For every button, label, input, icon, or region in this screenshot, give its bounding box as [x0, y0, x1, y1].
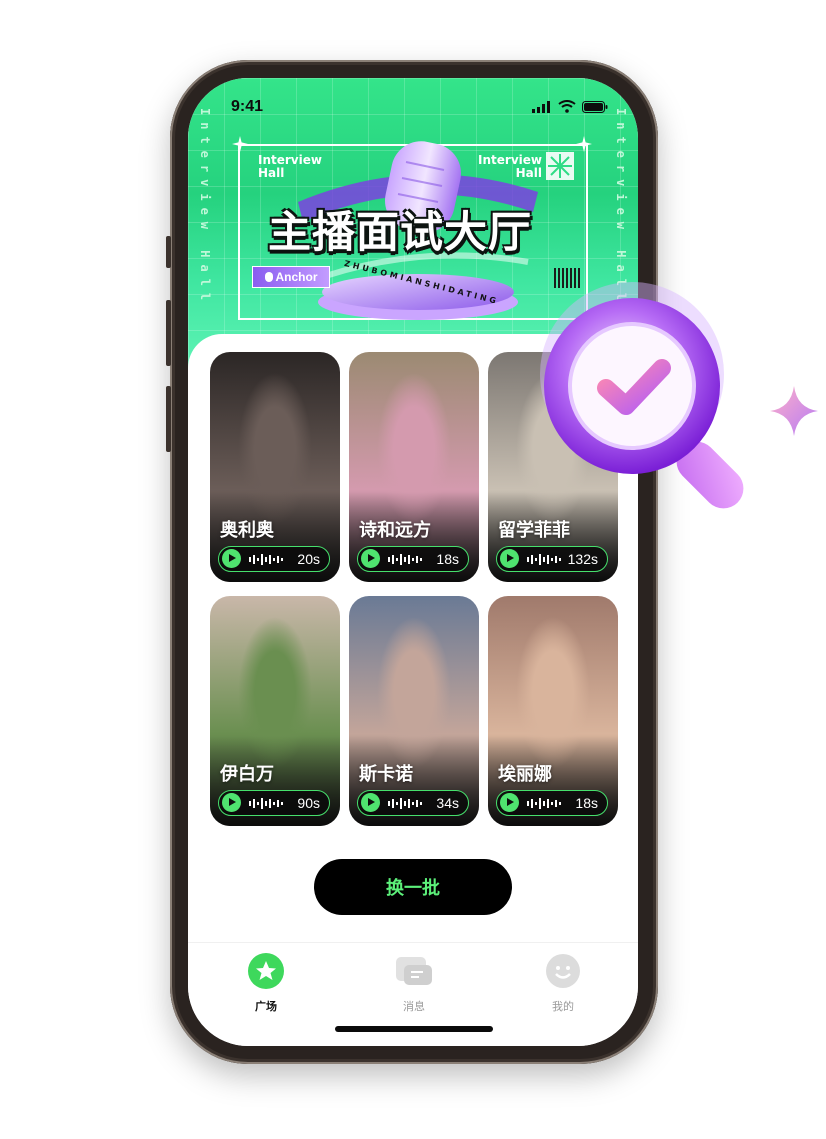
banner-title: 主播面试大厅: [268, 208, 532, 258]
tab-mine[interactable]: 我的: [528, 953, 598, 1014]
anchor-card[interactable]: 诗和远方 18s: [349, 352, 479, 582]
voice-duration: 90s: [297, 795, 320, 811]
anchor-name: 斯卡诺: [359, 764, 413, 784]
waveform-icon: [249, 554, 283, 565]
star-icon: [248, 953, 284, 989]
waveform-icon: [388, 798, 422, 809]
anchor-name: 奥利奥: [220, 520, 274, 540]
voice-duration: 18s: [575, 795, 598, 811]
magnifier-check-icon: [540, 282, 744, 509]
tab-label: 消息: [403, 1001, 425, 1013]
phone-side-button: [166, 386, 171, 452]
battery-icon: [582, 100, 608, 113]
signal-icon: [532, 100, 550, 113]
anchor-name: 诗和远方: [359, 520, 431, 540]
refresh-button[interactable]: 换一批: [314, 859, 512, 915]
banner-side-text-left: Interview Hall: [198, 108, 212, 308]
voice-duration: 18s: [436, 551, 459, 567]
play-icon[interactable]: [361, 549, 380, 568]
voice-duration: 20s: [297, 551, 320, 567]
anchor-card[interactable]: 奥利奥 20s: [210, 352, 340, 582]
tab-label: 广场: [255, 1001, 277, 1013]
tab-label: 我的: [552, 1001, 574, 1013]
anchor-card[interactable]: 斯卡诺 34s: [349, 596, 479, 826]
home-indicator: [335, 1026, 493, 1032]
voice-preview[interactable]: 20s: [218, 546, 330, 572]
phone-side-button: [166, 300, 171, 366]
tab-messages[interactable]: 消息: [379, 953, 449, 1014]
wifi-icon: [558, 100, 576, 113]
anchor-name: 埃丽娜: [498, 764, 552, 784]
mic-dot-icon: [264, 272, 273, 282]
voice-preview[interactable]: 34s: [357, 790, 469, 816]
waveform-icon: [527, 798, 561, 809]
sparkle-icon: [576, 136, 592, 152]
voice-duration: 34s: [436, 795, 459, 811]
waveform-icon: [249, 798, 283, 809]
voice-duration: 132s: [567, 551, 598, 567]
smile-icon: [546, 954, 580, 988]
app-screen: Interview Hall Interview Hall Interview H…: [188, 78, 638, 1046]
play-icon[interactable]: [222, 549, 241, 568]
anchor-card[interactable]: 伊白万 90s: [210, 596, 340, 826]
play-icon[interactable]: [361, 793, 380, 812]
voice-preview[interactable]: 18s: [496, 790, 608, 816]
voice-preview[interactable]: 90s: [218, 790, 330, 816]
play-icon[interactable]: [500, 793, 519, 812]
voice-preview[interactable]: 18s: [357, 546, 469, 572]
message-icon: [396, 957, 432, 985]
anchor-name: 伊白万: [220, 764, 274, 784]
phone-side-button: [166, 236, 171, 268]
waveform-icon: [527, 554, 561, 565]
status-icons: [532, 100, 608, 113]
play-icon[interactable]: [222, 793, 241, 812]
status-time: 9:41: [231, 98, 264, 115]
sparkle-icon: [232, 136, 248, 152]
anchor-card[interactable]: 埃丽娜 18s: [488, 596, 618, 826]
waveform-icon: [388, 554, 422, 565]
tab-bar: 广场 消息 我的: [188, 942, 638, 1013]
status-bar: 9:41: [188, 78, 638, 134]
voice-preview[interactable]: 132s: [496, 546, 608, 572]
sparkle-icon: [770, 386, 818, 436]
tab-square[interactable]: 广场: [231, 953, 301, 1014]
anchor-badge: Anchor: [252, 266, 330, 288]
play-icon[interactable]: [500, 549, 519, 568]
